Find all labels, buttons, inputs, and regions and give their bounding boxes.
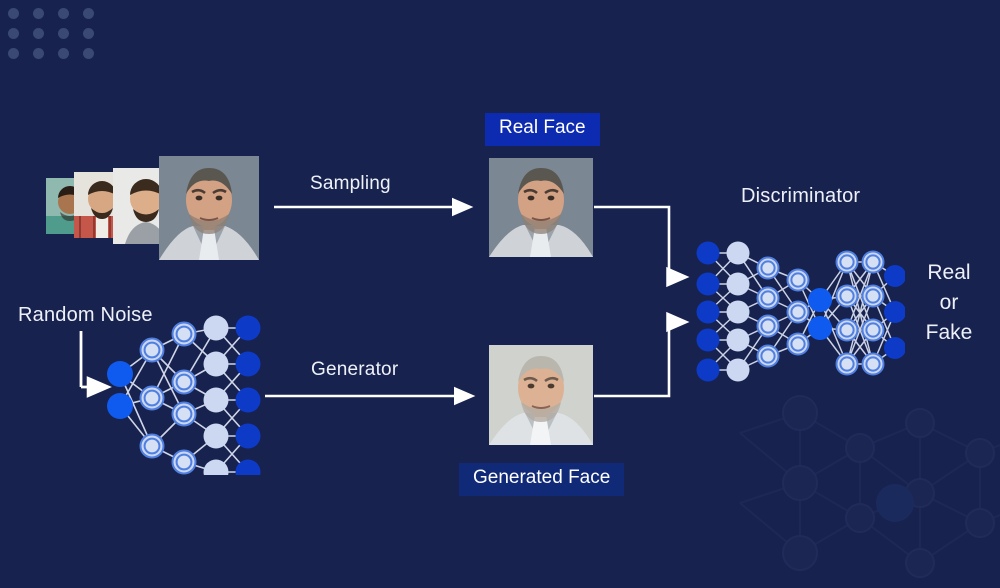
real-to-discriminator-arrow — [594, 205, 690, 288]
dataset-face-4 — [159, 156, 259, 260]
real-face-photo — [489, 158, 593, 257]
gan-diagram-canvas: Sampling Generator Discriminator Random … — [0, 0, 1000, 578]
discriminator-label: Discriminator — [741, 185, 861, 207]
real-face-badge: Real Face — [485, 113, 600, 146]
discriminator-bottleneck-nodes — [808, 288, 832, 340]
generator-label: Generator — [311, 359, 399, 380]
generator-output-nodes — [235, 315, 261, 485]
generator-network — [104, 310, 264, 485]
verdict-label: Real or Fake — [910, 258, 988, 347]
discriminator-output-nodes — [884, 265, 906, 359]
verdict-line-or: or — [939, 290, 959, 314]
discriminator-input-nodes — [696, 241, 720, 382]
random-noise-label: Random Noise — [18, 304, 153, 326]
discriminator-network — [695, 240, 906, 385]
verdict-line-fake: Fake — [925, 320, 973, 344]
verdict-line-real: Real — [927, 261, 971, 284]
generated-face-badge: Generated Face — [459, 463, 625, 496]
generated-to-discriminator-arrow — [594, 311, 690, 398]
sampling-label: Sampling — [310, 173, 391, 194]
generated-face-photo — [489, 345, 593, 445]
